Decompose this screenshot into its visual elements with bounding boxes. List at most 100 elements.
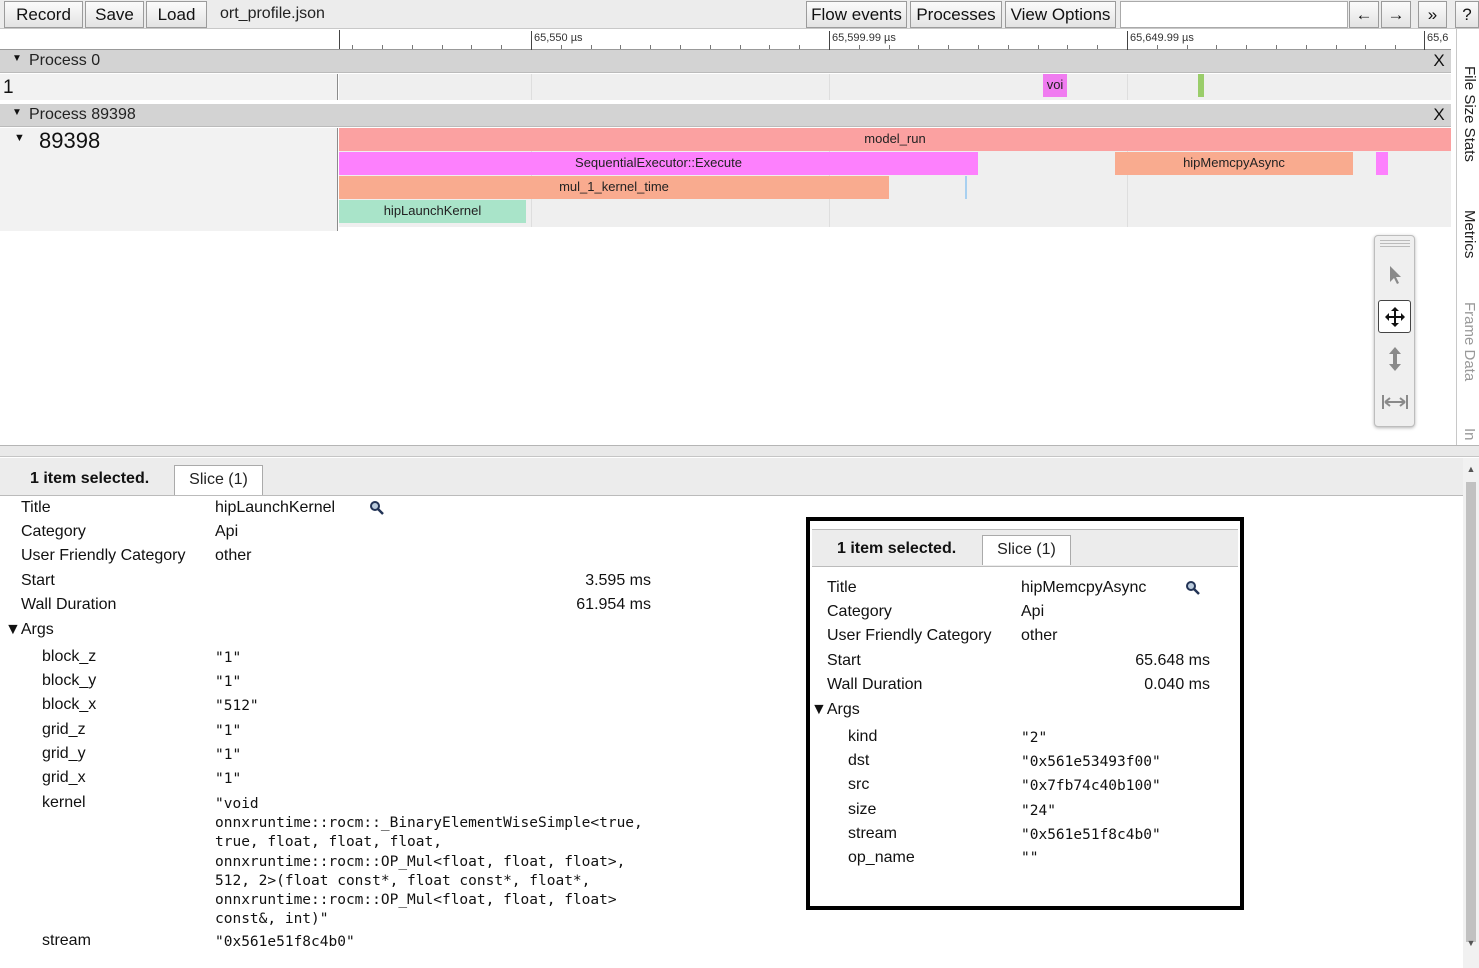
load-button[interactable]: Load bbox=[146, 1, 207, 28]
wall-duration-value: 61.954 ms bbox=[576, 596, 651, 613]
save-button[interactable]: Save bbox=[85, 1, 144, 28]
slice-sequential-executor[interactable]: SequentialExecutor::Execute bbox=[339, 152, 978, 175]
ruler-minor-tick bbox=[1008, 45, 1009, 49]
slice-marker[interactable] bbox=[1198, 74, 1204, 97]
time-ruler[interactable]: 65,550 µs 65,599.99 µs 65,649.99 µs 65,6 bbox=[0, 29, 1451, 50]
slice-hip-launch-kernel[interactable]: hipLaunchKernel bbox=[339, 200, 526, 223]
side-panel-toggle-button[interactable]: » bbox=[1418, 1, 1447, 28]
thread-label: ▼ 89398 bbox=[0, 128, 338, 231]
collapse-triangle-icon[interactable]: ▼ bbox=[14, 132, 25, 144]
category-label: Category bbox=[21, 523, 86, 540]
ruler-minor-tick bbox=[799, 45, 800, 49]
filename-label: ort_profile.json bbox=[220, 5, 325, 22]
args-toggle[interactable]: ▼Args bbox=[5, 621, 54, 639]
prev-match-button[interactable]: ← bbox=[1349, 1, 1379, 28]
slice-mul-kernel-time[interactable]: mul_1_kernel_time bbox=[339, 176, 889, 199]
slice-voi[interactable]: voi bbox=[1043, 74, 1067, 97]
grid-line bbox=[829, 74, 830, 100]
flow-events-button[interactable]: Flow events bbox=[806, 1, 907, 28]
arg-key: block_x bbox=[42, 696, 97, 713]
panel-splitter[interactable] bbox=[0, 445, 1479, 457]
pan-tool-icon[interactable] bbox=[1378, 300, 1411, 333]
arg-value: "2" bbox=[1021, 730, 1048, 746]
arg-key: src bbox=[848, 776, 870, 793]
ruler-minor-tick bbox=[740, 45, 741, 49]
category-value: Api bbox=[215, 523, 239, 540]
ruler-minor-tick bbox=[1276, 45, 1277, 49]
process-name: Process 89398 bbox=[29, 106, 136, 123]
analysis-scrollbar[interactable]: ▲ ▼ bbox=[1463, 458, 1479, 968]
search-input[interactable] bbox=[1120, 1, 1348, 28]
wall-duration-label: Wall Duration bbox=[827, 676, 923, 693]
thread-track[interactable]: voi bbox=[339, 74, 1451, 100]
category-value: Api bbox=[1021, 603, 1045, 620]
user-friendly-category-value: other bbox=[215, 547, 252, 564]
collapse-triangle-icon[interactable]: ▼ bbox=[12, 53, 22, 64]
wall-duration-value: 0.040 ms bbox=[1144, 676, 1210, 693]
mouse-mode-selector bbox=[1374, 235, 1415, 427]
collapse-triangle-icon[interactable]: ▼ bbox=[12, 107, 22, 118]
ruler-minor-tick bbox=[442, 45, 443, 49]
title-value: hipLaunchKernel bbox=[215, 499, 336, 516]
side-tab-input-latency[interactable]: In bbox=[1461, 428, 1478, 441]
scroll-up-icon[interactable]: ▲ bbox=[1466, 464, 1476, 474]
help-button[interactable]: ? bbox=[1455, 1, 1479, 28]
tab-slice[interactable]: Slice (1) bbox=[982, 535, 1071, 565]
args-toggle[interactable]: ▼Args bbox=[811, 701, 860, 719]
slice-thin[interactable] bbox=[965, 176, 967, 199]
user-friendly-category-label: User Friendly Category bbox=[827, 627, 992, 644]
arg-value: "1" bbox=[215, 674, 242, 690]
arg-key: dst bbox=[848, 752, 870, 769]
thread-track[interactable]: model_run SequentialExecutor::Execute hi… bbox=[339, 128, 1451, 227]
overlay-panel: 1 item selected. Slice (1) Title hipMemc… bbox=[806, 517, 1244, 910]
ruler-minor-tick bbox=[948, 45, 949, 49]
process-header[interactable]: ▼ Process 0 X bbox=[0, 50, 1451, 73]
ruler-minor-tick bbox=[1067, 45, 1068, 49]
ruler-minor-tick bbox=[1216, 45, 1217, 49]
record-button[interactable]: Record bbox=[4, 1, 83, 28]
ruler-minor-tick bbox=[1097, 45, 1098, 49]
arg-value: "1" bbox=[215, 747, 242, 763]
slice-model-run[interactable]: model_run bbox=[339, 128, 1451, 151]
ruler-minor-tick bbox=[1038, 45, 1039, 49]
user-friendly-category-value: other bbox=[1021, 627, 1058, 644]
tab-slice[interactable]: Slice (1) bbox=[174, 465, 263, 495]
arg-key: size bbox=[848, 801, 877, 818]
arg-key: stream bbox=[42, 932, 91, 949]
side-panel: File Size Stats Metrics Frame Data In bbox=[1456, 29, 1479, 445]
ruler-minor-tick bbox=[680, 45, 681, 49]
view-options-button[interactable]: View Options bbox=[1005, 1, 1116, 28]
selection-tool-icon[interactable] bbox=[1378, 258, 1411, 291]
slice-hip-memcpy-async[interactable]: hipMemcpyAsync bbox=[1115, 152, 1353, 175]
processes-button[interactable]: Processes bbox=[910, 1, 1002, 28]
side-tab-metrics[interactable]: Metrics bbox=[1461, 210, 1478, 258]
ruler-minor-tick bbox=[889, 45, 890, 49]
wall-duration-label: Wall Duration bbox=[21, 596, 117, 613]
start-value: 65.648 ms bbox=[1135, 652, 1210, 669]
arg-key: stream bbox=[848, 825, 897, 842]
drag-handle[interactable] bbox=[1380, 240, 1410, 248]
zoom-tool-icon[interactable] bbox=[1378, 343, 1411, 376]
timing-tool-icon[interactable] bbox=[1378, 386, 1411, 419]
side-tab-file-size-stats[interactable]: File Size Stats bbox=[1461, 66, 1478, 162]
side-tab-frame-data[interactable]: Frame Data bbox=[1461, 302, 1478, 381]
slice-small[interactable] bbox=[1376, 152, 1388, 175]
ruler-minor-tick bbox=[1365, 45, 1366, 49]
scroll-down-icon[interactable]: ▼ bbox=[1466, 938, 1476, 948]
thread-id: 1 bbox=[3, 77, 14, 98]
search-icon[interactable] bbox=[1185, 580, 1201, 601]
arg-key: grid_x bbox=[42, 769, 86, 786]
ruler-minor-tick bbox=[859, 45, 860, 49]
close-process-button[interactable]: X bbox=[1427, 50, 1451, 72]
close-process-button[interactable]: X bbox=[1427, 104, 1451, 126]
start-label: Start bbox=[21, 572, 55, 589]
ruler-tick: 65,649.99 µs bbox=[1127, 31, 1194, 50]
process-header[interactable]: ▼ Process 89398 X bbox=[0, 104, 1451, 127]
selection-count: 1 item selected. bbox=[30, 470, 150, 487]
scroll-thumb[interactable] bbox=[1466, 482, 1476, 942]
start-value: 3.595 ms bbox=[585, 572, 651, 589]
arg-key: grid_z bbox=[42, 721, 86, 738]
next-match-button[interactable]: → bbox=[1381, 1, 1411, 28]
search-icon[interactable] bbox=[369, 500, 385, 521]
ruler-minor-tick bbox=[620, 45, 621, 49]
